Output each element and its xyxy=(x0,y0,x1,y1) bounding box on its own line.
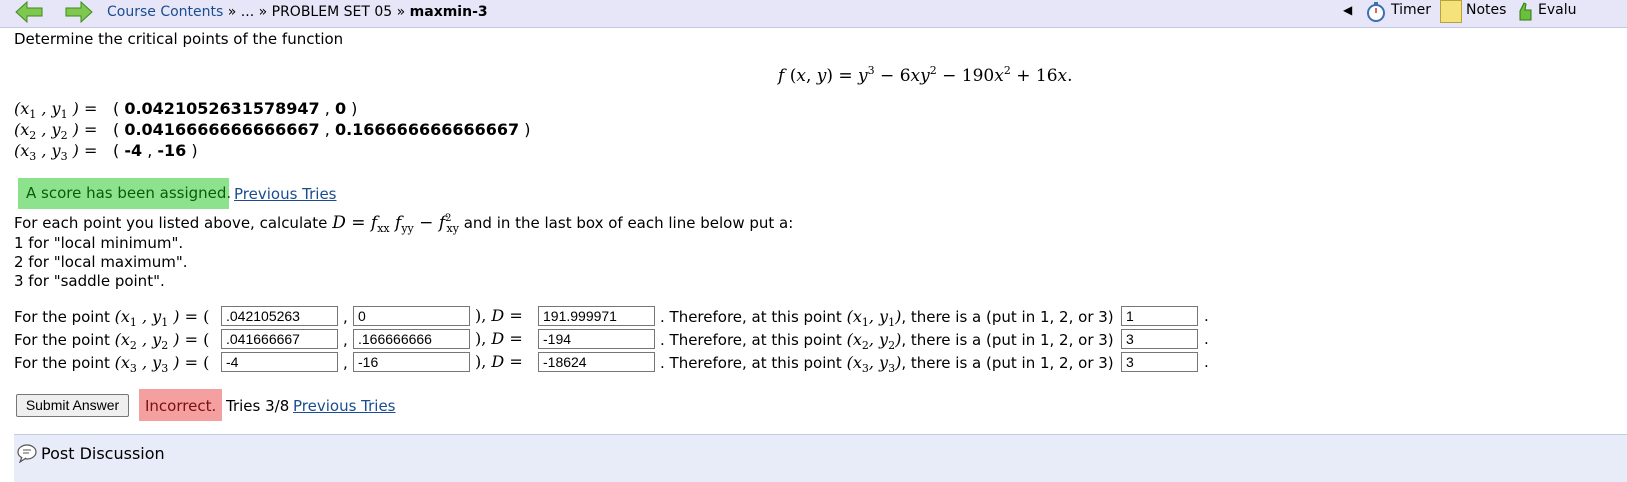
row-prefix: For the point xyxy=(14,308,110,326)
breadcrumb-current-problem: maxmin-3 xyxy=(409,4,488,20)
point-1-y: 0 xyxy=(334,99,347,118)
row-3-d-label: ), D = xyxy=(475,352,523,371)
notes-icon[interactable] xyxy=(1440,0,1462,23)
critical-point-3: ( -4 , -16 ) xyxy=(113,141,198,160)
evaluate-icon[interactable] xyxy=(1516,1,1534,23)
forward-arrow-icon[interactable] xyxy=(64,1,94,23)
instructions-after: and in the last box of each line below p… xyxy=(463,214,794,232)
post-discussion-label[interactable]: Post Discussion xyxy=(41,444,165,463)
breadcrumb-ellipsis[interactable]: ... xyxy=(241,4,254,20)
timer-label[interactable]: Timer xyxy=(1391,2,1431,18)
answer-row-2: For the point (x2 , y2 ) = ( xyxy=(14,330,210,352)
point-2-x: 0.0416666666666667 xyxy=(124,120,320,139)
row-2-type-input[interactable]: 3 xyxy=(1121,329,1198,349)
row-1-y-input[interactable]: 0 xyxy=(353,306,470,326)
breadcrumb: Course Contents » ... » PROBLEM SET 05 »… xyxy=(107,4,488,20)
row-1-type-input[interactable]: 1 xyxy=(1121,306,1198,326)
option-saddle-point: 3 for "saddle point". xyxy=(14,272,165,290)
row-prefix: For the point xyxy=(14,354,110,372)
back-arrow-icon[interactable] xyxy=(14,1,44,23)
breadcrumb-separator: » xyxy=(396,4,406,20)
point-3-x: -4 xyxy=(124,141,143,160)
instructions-before: For each point you listed above, calcula… xyxy=(14,214,328,232)
breadcrumb-separator: » xyxy=(227,4,237,20)
point-label-3: (x3 , y3 ) = xyxy=(14,141,98,163)
answer-row-3: For the point (x3 , y3 ) = ( xyxy=(14,353,210,375)
answer-row-1: For the point (x1 , y1 ) = ( xyxy=(14,307,210,329)
row-mid-text: . Therefore, at this point xyxy=(660,354,842,372)
row-1-x-input[interactable]: .042105263 xyxy=(221,306,338,326)
tries-count: Tries 3/8 xyxy=(226,397,290,415)
row-tail-text: , there is a (put in 1, 2, or 3) xyxy=(901,354,1114,372)
option-local-maximum: 2 for "local maximum". xyxy=(14,253,188,271)
row-3-y-input[interactable]: -16 xyxy=(353,352,470,372)
row-2-x-input[interactable]: .041666667 xyxy=(221,329,338,349)
row-tail-text: , there is a (put in 1, 2, or 3) xyxy=(901,308,1114,326)
row-1-conclusion: . Therefore, at this point (x1, y1), the… xyxy=(660,307,1114,329)
row-3-x-input[interactable]: -4 xyxy=(221,352,338,372)
row-2-conclusion: . Therefore, at this point (x2, y2), the… xyxy=(660,330,1114,352)
row-1-d-input[interactable]: 191.999971 xyxy=(538,306,655,326)
breadcrumb-course-contents[interactable]: Course Contents xyxy=(107,4,223,20)
row-1-d-label: ), D = xyxy=(475,306,523,325)
post-discussion-bar[interactable]: Post Discussion xyxy=(14,434,1627,482)
discriminant-formula: D = fxx fyy − f2xy xyxy=(332,213,459,235)
row-2-d-label: ), D = xyxy=(475,329,523,348)
row-3-d-input[interactable]: -18624 xyxy=(538,352,655,372)
breadcrumb-problem-set[interactable]: PROBLEM SET 05 xyxy=(272,4,393,20)
row-tail-text: , there is a (put in 1, 2, or 3) xyxy=(901,331,1114,349)
point-label-2: (x2 , y2 ) = xyxy=(14,120,98,142)
instructions: For each point you listed above, calcula… xyxy=(14,213,793,235)
row-2-y-input[interactable]: .166666666 xyxy=(353,329,470,349)
row-prefix: For the point xyxy=(14,331,110,349)
notes-label[interactable]: Notes xyxy=(1466,2,1506,18)
point-3-y: -16 xyxy=(157,141,187,160)
critical-point-2: ( 0.0416666666666667 , 0.166666666666667… xyxy=(113,120,531,139)
score-status-text: A score has been assigned. xyxy=(26,184,232,202)
row-3-type-input[interactable]: 3 xyxy=(1121,352,1198,372)
point-label-1: (x1 , y1 ) = xyxy=(14,99,98,121)
discussion-icon xyxy=(17,444,37,463)
problem-prompt: Determine the critical points of the fun… xyxy=(14,30,344,48)
point-2-y: 0.166666666666667 xyxy=(334,120,520,139)
function-formula: f (x, y) = y3 − 6xy2 − 190x2 + 16x. xyxy=(778,64,1073,86)
top-nav-bar: Course Contents » ... » PROBLEM SET 05 »… xyxy=(0,0,1627,28)
row-mid-text: . Therefore, at this point xyxy=(660,308,842,326)
evaluate-label[interactable]: Evalu xyxy=(1538,2,1576,18)
incorrect-text: Incorrect. xyxy=(145,397,217,415)
option-local-minimum: 1 for "local minimum". xyxy=(14,234,184,252)
row-mid-text: . Therefore, at this point xyxy=(660,331,842,349)
row-3-conclusion: . Therefore, at this point (x3, y3), the… xyxy=(660,353,1114,375)
timer-icon[interactable] xyxy=(1365,1,1387,23)
previous-tries-link-1[interactable]: Previous Tries xyxy=(234,185,337,203)
critical-point-1: ( 0.0421052631578947 , 0 ) xyxy=(113,99,358,118)
submit-answer-button[interactable]: Submit Answer xyxy=(16,394,129,417)
point-1-x: 0.0421052631578947 xyxy=(124,99,320,118)
collapse-left-icon[interactable]: ◀ xyxy=(1343,3,1352,17)
previous-tries-link-2[interactable]: Previous Tries xyxy=(293,397,396,415)
breadcrumb-separator: » xyxy=(258,4,268,20)
row-2-d-input[interactable]: -194 xyxy=(538,329,655,349)
